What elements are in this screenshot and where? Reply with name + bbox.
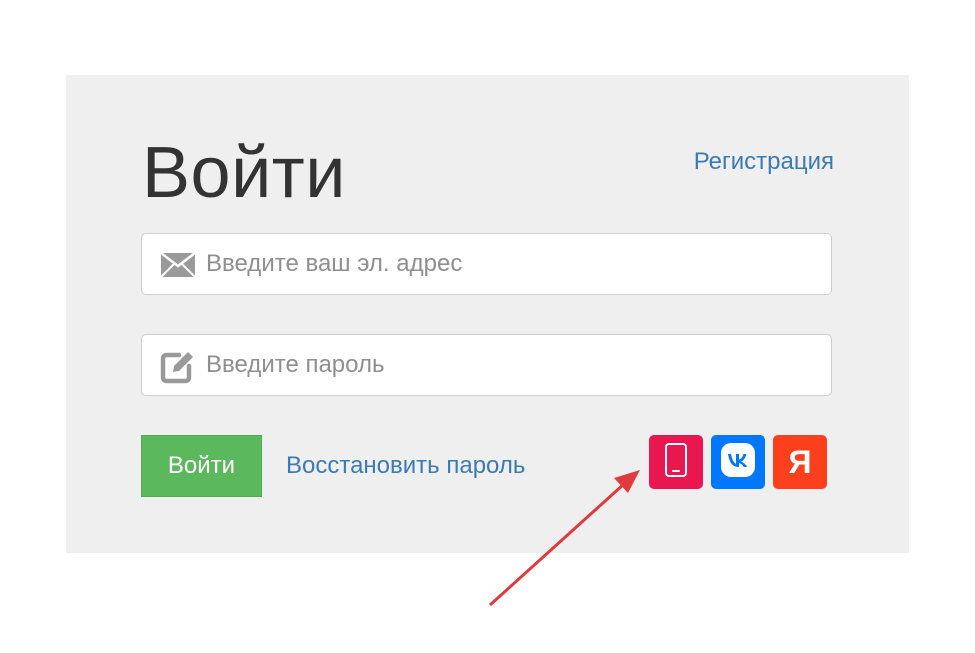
recover-password-link[interactable]: Восстановить пароль bbox=[286, 451, 525, 481]
envelope-icon bbox=[160, 249, 196, 281]
page-title: Войти bbox=[142, 133, 346, 213]
yandex-icon: Я bbox=[788, 444, 812, 480]
email-field-container bbox=[141, 233, 832, 295]
phone-login-button[interactable] bbox=[649, 435, 703, 489]
phone-icon bbox=[664, 442, 688, 483]
email-input[interactable] bbox=[206, 234, 816, 294]
vk-login-button[interactable] bbox=[711, 435, 765, 489]
yandex-login-button[interactable]: Я bbox=[773, 435, 827, 489]
password-field-container bbox=[141, 334, 832, 396]
vk-icon bbox=[718, 440, 758, 485]
register-link[interactable]: Регистрация bbox=[694, 146, 834, 178]
password-input[interactable] bbox=[206, 335, 816, 395]
page: Войти Регистрация Войти Восстановить пар… bbox=[0, 0, 975, 653]
pencil-square-icon bbox=[160, 350, 196, 384]
login-button[interactable]: Войти bbox=[141, 435, 262, 497]
